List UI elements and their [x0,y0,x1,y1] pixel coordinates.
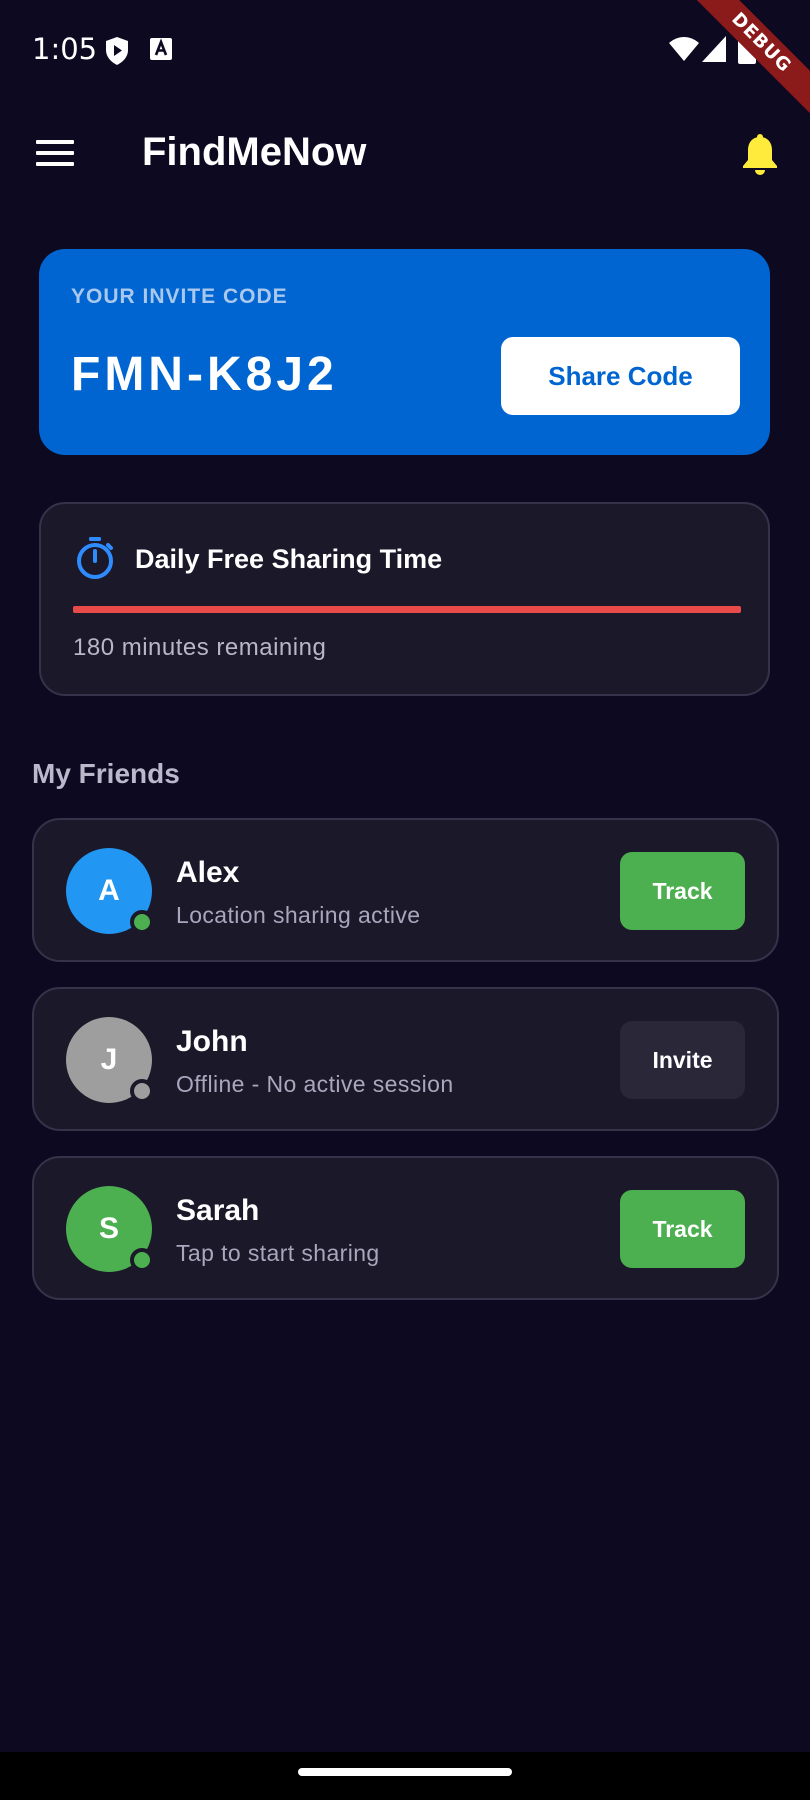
menu-icon[interactable] [36,140,74,166]
debug-banner: DEBUG [690,0,810,120]
friend-card[interactable]: S Sarah Tap to start sharing Track [32,1156,779,1300]
debug-ribbon: DEBUG [690,0,810,120]
system-nav-bar [0,1752,810,1800]
shield-icon [106,37,128,65]
sharing-time-remaining: 180 minutes remaining [73,634,327,661]
presence-dot [130,910,154,934]
friend-status: Offline - No active session [176,1071,454,1097]
friend-name: Alex [176,856,240,889]
invite-button[interactable]: Invite [620,1021,745,1099]
friends-section-title: My Friends [32,758,180,789]
share-code-button[interactable]: Share Code [501,337,740,415]
invite-code-value: FMN-K8J2 [71,348,338,401]
invite-code-card: YOUR INVITE CODE FMN-K8J2 Share Code [39,249,770,455]
presence-dot [130,1079,154,1103]
sharing-time-title: Daily Free Sharing Time [135,544,443,574]
friend-name: Sarah [176,1194,260,1227]
timer-icon [77,537,113,579]
status-time: 1:05 [32,32,98,66]
friend-status: Tap to start sharing [176,1240,380,1266]
status-bar: 1:05 [0,0,810,100]
track-button[interactable]: Track [620,852,745,930]
app-bar: FindMeNow [0,110,810,196]
app-title: FindMeNow [142,130,367,174]
presence-dot [130,1248,154,1272]
invite-code-label: YOUR INVITE CODE [71,285,288,308]
sharing-time-card: Daily Free Sharing Time 180 minutes rema… [39,502,770,696]
font-download-icon [150,38,172,60]
friend-name: John [176,1025,248,1058]
friend-status: Location sharing active [176,902,421,928]
sharing-time-progress-fill [73,606,741,613]
friend-card[interactable]: A Alex Location sharing active Track [32,818,779,962]
home-indicator[interactable] [298,1768,512,1776]
friend-card[interactable]: J John Offline - No active session Invit… [32,987,779,1131]
track-button[interactable]: Track [620,1190,745,1268]
sharing-time-progress [73,606,741,613]
friends-list: A Alex Location sharing active Track J J… [32,818,779,1325]
bell-icon[interactable] [740,134,780,176]
